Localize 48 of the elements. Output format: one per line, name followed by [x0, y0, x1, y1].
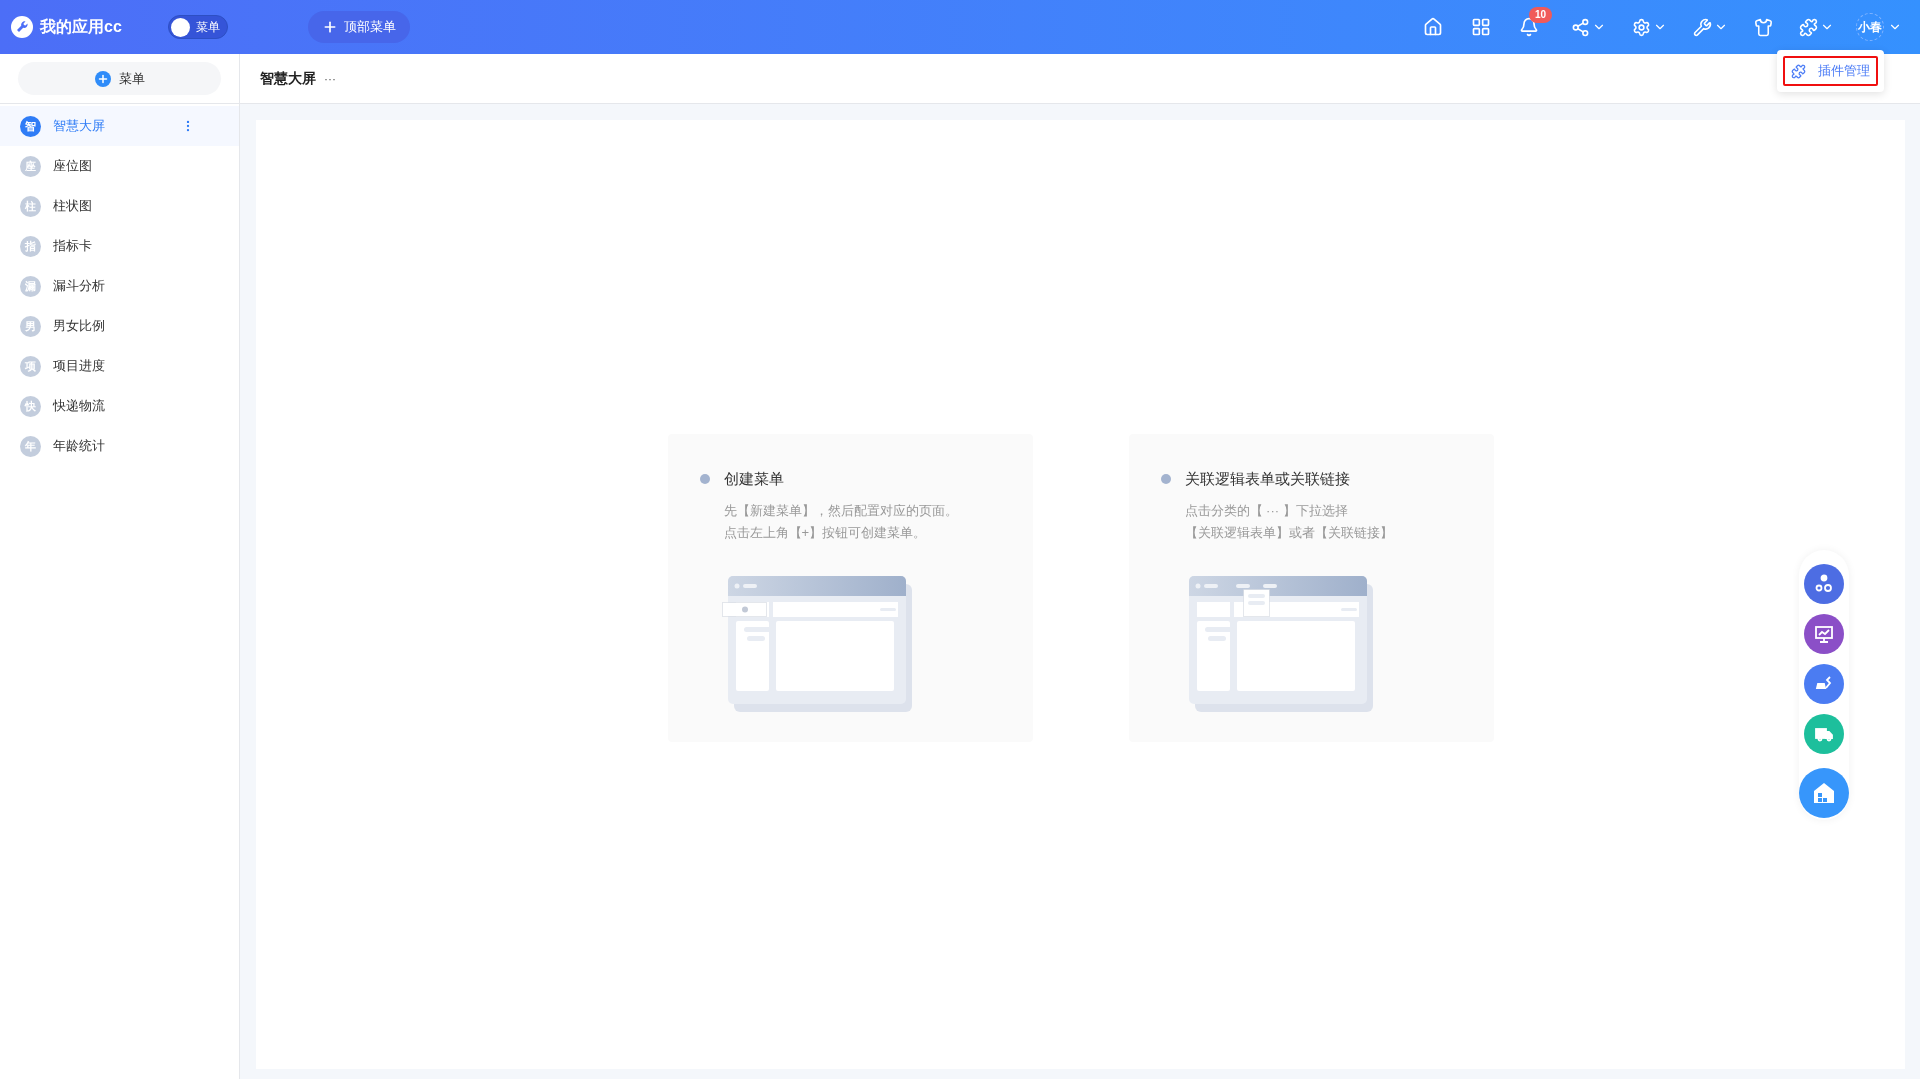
app-title: 我的应用cc [40, 17, 122, 37]
home-fab-icon[interactable] [1799, 768, 1849, 818]
letter-avatar: 柱 [20, 195, 41, 217]
letter-avatar: 座 [20, 155, 41, 177]
sidebar-item[interactable]: 智 智慧大屏 [0, 106, 239, 146]
bell-icon[interactable] [1519, 17, 1539, 37]
guide-text: 点击左上角【+】按钮可创建菜单。 [723, 524, 928, 542]
guide-text: 【关联逻辑表单】或者【关联链接】 [1184, 524, 1394, 542]
add-menu-button[interactable]: 菜单 [18, 62, 221, 95]
plugin-manage-item[interactable]: 插件管理 [1783, 56, 1878, 86]
sidebar-item-label: 男女比例 [53, 317, 106, 336]
letter-avatar: 智 [20, 115, 41, 137]
puzzle-icon [1791, 63, 1806, 79]
sidebar-item-label: 智慧大屏 [53, 117, 106, 136]
guide-title: 创建菜单 [723, 468, 784, 489]
sidebar-item-label: 漏斗分析 [53, 277, 106, 296]
puzzle-icon[interactable] [1799, 17, 1818, 37]
sidebar-item-label: 指标卡 [53, 237, 93, 256]
guide-text: 先【新建菜单】，然后配置对应的页面。 [723, 502, 959, 520]
apps-grid-icon[interactable] [1471, 17, 1491, 37]
sidebar-item-label: 柱状图 [53, 197, 93, 216]
delivery-truck-icon[interactable] [1804, 714, 1844, 754]
letter-avatar: 项 [20, 355, 41, 377]
home-icon[interactable] [1423, 17, 1443, 37]
toggle-knob-icon [170, 17, 190, 37]
page-title: 智慧大屏 [260, 69, 316, 88]
guide-title: 关联逻辑表单或关联链接 [1184, 468, 1350, 489]
sidebar-item-label: 快递物流 [53, 397, 106, 416]
wrench-logo-icon [10, 15, 34, 39]
shirt-icon[interactable] [1754, 17, 1773, 37]
letter-avatar: 指 [20, 235, 41, 257]
share-icon[interactable] [1571, 17, 1590, 37]
letter-avatar: 男 [20, 315, 41, 337]
settings-icon[interactable] [1632, 17, 1651, 37]
notification-badge: 10 [1529, 7, 1553, 23]
sidebar-item-label: 年龄统计 [53, 437, 106, 456]
letter-avatar: 漏 [20, 275, 41, 297]
sidebar-item-label: 座位图 [53, 157, 93, 176]
tools-icon[interactable] [1693, 17, 1712, 37]
toggle-label: 菜单 [195, 19, 220, 36]
top-menu-button[interactable]: 顶部菜单 [307, 11, 410, 43]
sidebar-item-label: 项目进度 [53, 357, 106, 376]
guide-text: 点击分类的【 ··· 】下拉选择 [1184, 502, 1349, 520]
more-button[interactable]: ··· [324, 69, 336, 88]
letter-avatar: 年 [20, 435, 41, 457]
menu-toggle[interactable]: 菜单 [167, 15, 228, 39]
chart-monitor-icon[interactable] [1804, 614, 1844, 654]
letter-avatar: 快 [20, 395, 41, 417]
